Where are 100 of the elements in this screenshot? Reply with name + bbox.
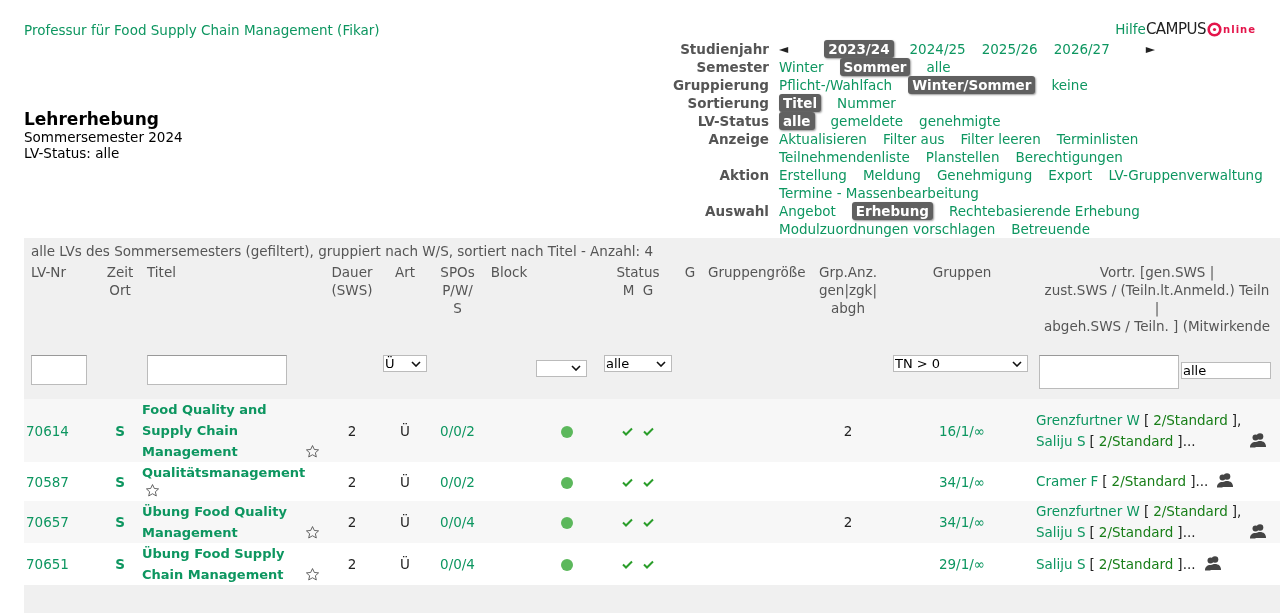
bracket-text: [ [1143, 411, 1150, 428]
people-icon[interactable] [1249, 523, 1268, 539]
people-icon[interactable] [1216, 472, 1235, 488]
column-header: Status M G [616, 263, 660, 299]
nav-option[interactable]: Planstellen [925, 148, 1000, 166]
course-title-link[interactable]: Übung Food Supply Chain Management [142, 543, 302, 585]
sws-link[interactable]: 2/Standard [1098, 555, 1174, 572]
semester-link[interactable]: S [115, 473, 125, 490]
course-number-link[interactable]: 70614 [26, 422, 69, 439]
filter-select[interactable] [536, 359, 587, 377]
nav-option[interactable]: 2026/27 [1053, 40, 1110, 58]
nav-option[interactable]: Erstellung [779, 166, 847, 184]
course-title-link[interactable]: Qualitätsmanagement [142, 462, 306, 483]
spo-link[interactable]: 0/0/4 [440, 556, 475, 572]
course-number-link[interactable]: 70651 [26, 556, 69, 572]
nav-label: Studienjahr [679, 40, 769, 58]
nav-option[interactable]: gemeldete [830, 112, 904, 130]
lecturer-link[interactable]: Saliju S [1036, 524, 1086, 540]
groups-link[interactable]: 29/1/∞ [938, 556, 986, 572]
duration-text: 2 [347, 556, 357, 572]
star-icon[interactable] [305, 567, 320, 582]
nav-option[interactable]: Erhebung [851, 202, 933, 220]
sws-link[interactable]: 2/Standard [1098, 524, 1174, 540]
star-icon[interactable] [145, 483, 160, 498]
nav-option[interactable]: Rechtebasierende Erhebung [949, 202, 1140, 220]
nav-option[interactable]: Betreuende [1011, 220, 1090, 238]
course-title-link[interactable]: Food Quality and Supply Chain Management [142, 399, 302, 462]
filter-input[interactable] [1039, 355, 1179, 389]
chevron-down-icon [1012, 360, 1022, 367]
groups-link[interactable]: 34/1/∞ [938, 514, 986, 530]
ring-icon [1207, 21, 1223, 37]
filter-select[interactable]: alle [1181, 362, 1271, 379]
nav-option[interactable]: Winter/Sommer [908, 76, 1036, 94]
nav-option[interactable]: Aktualisieren [779, 130, 867, 148]
semester-link[interactable]: S [115, 556, 125, 572]
page-subtitle: Sommersemester 2024 [24, 129, 184, 145]
filter-select[interactable]: TN > 0 [893, 355, 1028, 372]
filter-input[interactable] [31, 355, 87, 385]
nav-option[interactable]: Meldung [862, 166, 921, 184]
nav-option[interactable]: Modulzuordnungen vorschlagen [779, 220, 996, 238]
sws-link[interactable]: 2/Standard [1111, 473, 1187, 489]
star-icon[interactable] [305, 525, 320, 540]
next-year-arrow[interactable]: ► [1145, 40, 1156, 58]
nav-option[interactable]: Genehmigung [936, 166, 1033, 184]
nav-option[interactable]: Filter leeren [960, 130, 1041, 148]
group-count-text: 2 [843, 514, 853, 530]
bracket-text: [ [1089, 555, 1095, 572]
nav-option[interactable]: LV-Gruppenverwaltung [1108, 166, 1263, 184]
column-header: Gruppen [932, 263, 992, 281]
previous-year-arrow[interactable]: ◄ [779, 40, 789, 58]
nav-option[interactable]: keine [1051, 76, 1088, 94]
sws-link[interactable]: 2/Standard [1098, 432, 1174, 449]
nav-option[interactable]: Berechtigungen [1015, 148, 1123, 166]
nav-option[interactable]: 2023/24 [824, 40, 894, 58]
nav-option[interactable]: Filter aus [882, 130, 945, 148]
lecturer-link[interactable]: Grenzfurtner W [1036, 411, 1140, 428]
column-header: Zeit Ort [106, 263, 134, 299]
nav-option[interactable]: alle [779, 112, 815, 130]
nav-option[interactable]: Export [1048, 166, 1093, 184]
help-link[interactable]: Hilfe [1115, 21, 1146, 37]
course-title-link[interactable]: Übung Food Quality Management [142, 501, 302, 543]
nav-option[interactable]: Angebot [779, 202, 836, 220]
lecturer-link[interactable]: Saliju S [1036, 432, 1086, 449]
spo-link[interactable]: 0/0/2 [440, 473, 475, 490]
people-icon[interactable] [1249, 431, 1268, 448]
people-icon[interactable] [1203, 554, 1222, 571]
nav-option[interactable]: Nummer [837, 94, 896, 112]
lecturer-link[interactable]: Saliju S [1036, 555, 1086, 572]
nav-option[interactable]: Titel [779, 94, 822, 112]
nav-option[interactable]: 2025/26 [981, 40, 1038, 58]
nav-option[interactable]: Terminlisten [1056, 130, 1139, 148]
nav-option[interactable]: alle [926, 58, 951, 76]
lecturer-link[interactable]: Cramer F [1036, 473, 1099, 489]
bracket-text: ], [1231, 503, 1242, 519]
lecturer-link[interactable]: Grenzfurtner W [1036, 503, 1140, 519]
nav-option[interactable]: Pflicht-/Wahlfach [779, 76, 893, 94]
course-number-link[interactable]: 70657 [26, 514, 69, 530]
bracket-text: ]... [1177, 555, 1196, 572]
nav-option[interactable]: genehmigte [919, 112, 1001, 130]
sws-link[interactable]: 2/Standard [1153, 411, 1228, 428]
filter-input[interactable] [147, 355, 287, 385]
nav-label: Gruppierung [672, 76, 769, 94]
nav-option[interactable]: Teilnehmendenliste [779, 148, 910, 166]
nav-option[interactable]: Winter [779, 58, 824, 76]
sws-link[interactable]: 2/Standard [1153, 503, 1228, 519]
org-title-link[interactable]: Professur für Food Supply Chain Management (Fikar) [24, 22, 380, 38]
spo-link[interactable]: 0/0/4 [440, 514, 475, 530]
star-icon[interactable] [305, 444, 320, 459]
groups-link[interactable]: 16/1/∞ [938, 422, 986, 439]
semester-link[interactable]: S [115, 514, 125, 530]
nav-option[interactable]: Termine - Massenbearbeitung [779, 184, 979, 202]
nav-option[interactable]: 2024/25 [909, 40, 966, 58]
filter-select[interactable]: Ü [383, 355, 427, 372]
groups-link[interactable]: 34/1/∞ [938, 473, 986, 490]
semester-link[interactable]: S [115, 422, 125, 439]
course-number-link[interactable]: 70587 [26, 473, 69, 490]
column-header: Grp.Anz. gen|zgk| abgh [818, 263, 877, 317]
filter-select[interactable]: alle [604, 355, 672, 372]
nav-option[interactable]: Sommer [839, 58, 911, 76]
spo-link[interactable]: 0/0/2 [440, 422, 475, 439]
